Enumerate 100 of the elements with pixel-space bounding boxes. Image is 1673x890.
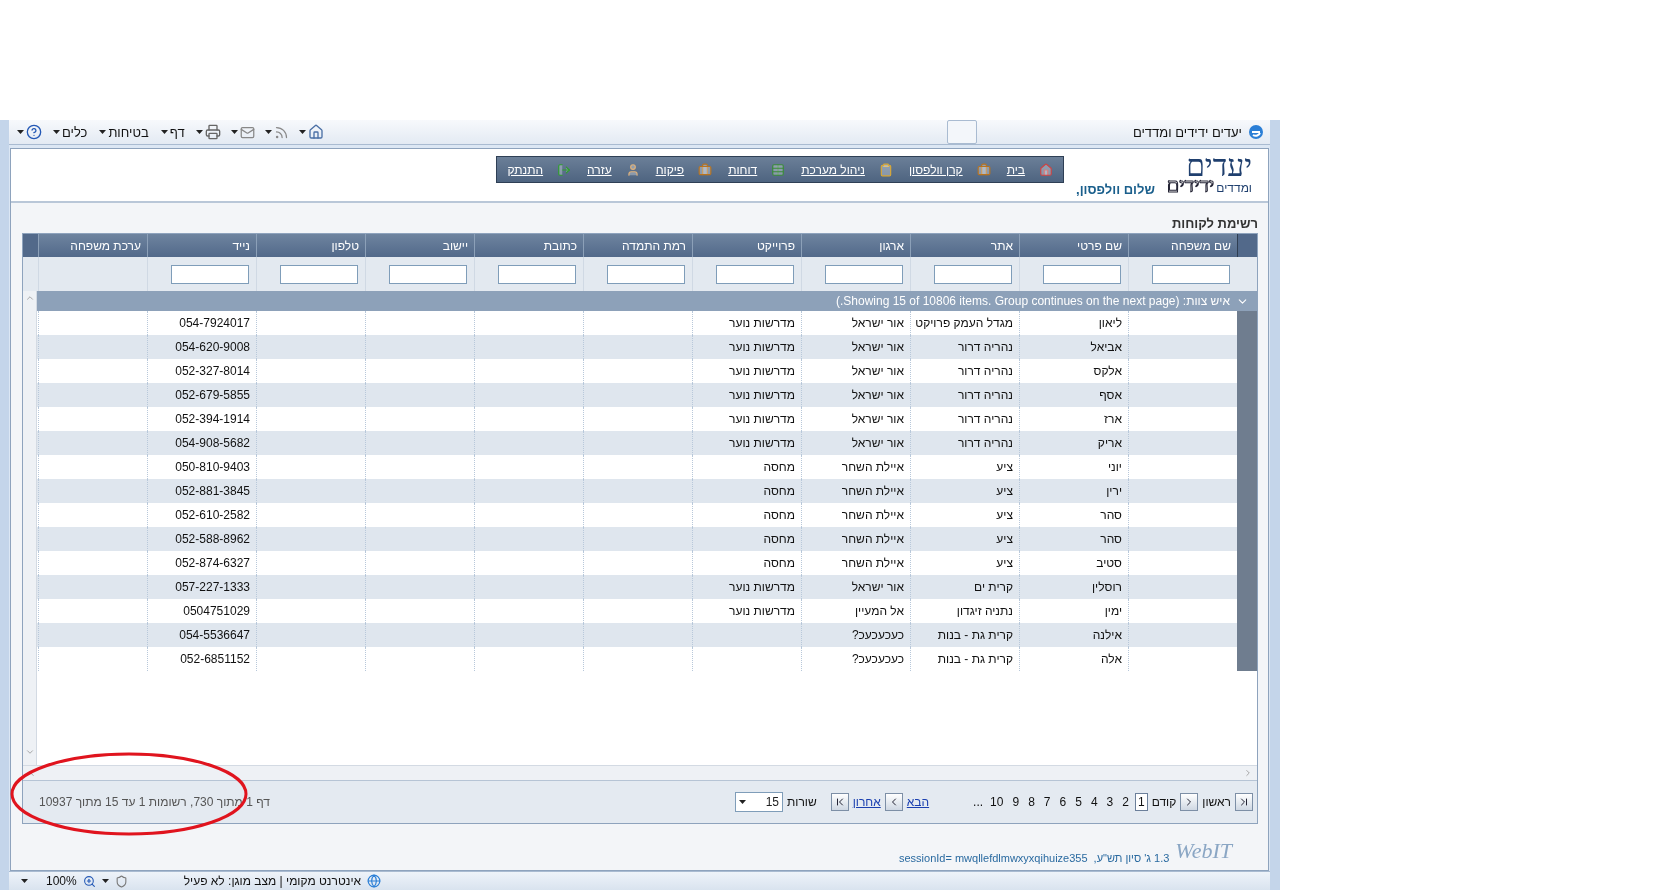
- caret-icon: [17, 130, 24, 134]
- table-cell: אור ישראל: [851, 340, 904, 354]
- filter-field[interactable]: [825, 264, 903, 284]
- nav-link[interactable]: ניהול מערכת: [801, 162, 893, 177]
- table-cell: נהריה דרור: [957, 436, 1013, 450]
- nav-link[interactable]: דוחות: [728, 162, 786, 177]
- caret-icon: [160, 130, 168, 134]
- table-cell: מגדל העמק פרויקט: [915, 316, 1013, 330]
- print-button[interactable]: [193, 124, 223, 140]
- table-cell: קרית גת - בנות: [937, 628, 1013, 642]
- table-cell: 054-620-9008: [175, 340, 250, 354]
- footer-logo: WebIT: [1175, 838, 1232, 864]
- table-cell: נהריה דרור: [957, 340, 1013, 354]
- table-cell: 050-810-9403: [175, 460, 250, 474]
- nav-link[interactable]: בית: [1006, 162, 1054, 177]
- column-header[interactable]: ערכת משפחה: [38, 234, 147, 257]
- person-icon: [625, 162, 640, 177]
- table-cell: מחסה: [763, 460, 795, 474]
- briefcase-icon: [698, 162, 713, 177]
- last-page-link[interactable]: אחרון: [852, 795, 881, 809]
- globe-icon: [367, 874, 382, 888]
- page-number[interactable]: 1: [1134, 793, 1148, 811]
- last-page-button[interactable]: [830, 793, 849, 811]
- page-number[interactable]: 7: [1040, 793, 1054, 811]
- new-tab-button[interactable]: [946, 120, 977, 144]
- next-page-link[interactable]: הבא: [906, 795, 930, 809]
- group-header[interactable]: איש צוות: (Showing 15 of 10806 items. Group continues on the next page.): [37, 291, 1257, 311]
- table-cell: אור ישראל: [851, 580, 904, 594]
- version-text: 1.3 ג' סיון תש"ע,: [1093, 852, 1170, 864]
- filter-field[interactable]: [934, 264, 1012, 284]
- table-cell: מדרשות נוער: [729, 436, 795, 450]
- rows-per-page-select[interactable]: 15: [735, 792, 783, 812]
- nav-link[interactable]: קרן וולפסון: [908, 162, 991, 177]
- home-icon: [1039, 162, 1054, 177]
- page-number[interactable]: 5: [1072, 793, 1085, 811]
- nav-link[interactable]: פיקוח: [655, 162, 713, 177]
- table-cell: מחסה: [763, 484, 795, 498]
- table-cell: כעכעכעכ?: [851, 652, 904, 666]
- caret-icon: [21, 879, 28, 883]
- first-page-button[interactable]: [1235, 793, 1253, 811]
- filter-field[interactable]: [1043, 264, 1121, 284]
- greeting: שלום וולפסון,: [1076, 182, 1155, 197]
- table-cell: נהריה דרור: [957, 364, 1013, 378]
- column-header[interactable]: יישוב: [365, 234, 474, 257]
- table-cell: נתניה זיגדון: [956, 604, 1013, 618]
- page-number[interactable]: 9: [1009, 793, 1023, 811]
- app-logo: יעדים ומדדים ידידים: [1166, 151, 1252, 195]
- rows-label: שורות: [787, 795, 817, 809]
- table-cell: אור ישראל: [851, 412, 904, 426]
- column-header[interactable]: ארגון: [801, 234, 910, 257]
- menu-button[interactable]: דף: [157, 124, 188, 140]
- filter-field[interactable]: [607, 264, 685, 284]
- page-title: רשימת לקוחות: [1171, 216, 1258, 231]
- next-page-button[interactable]: [884, 793, 903, 811]
- scroll-right-icon: [1243, 768, 1253, 778]
- table-cell: 052-394-1914: [175, 412, 250, 426]
- home-button[interactable]: [296, 124, 326, 140]
- filter-field[interactable]: [389, 264, 467, 284]
- page-number[interactable]: 6: [1056, 793, 1070, 811]
- column-header[interactable]: נייד: [147, 234, 256, 257]
- menu-button[interactable]: בטיחות: [96, 124, 152, 140]
- vertical-scrollbar[interactable]: [23, 291, 37, 765]
- table-cell: כעכעכעכ?: [851, 628, 904, 642]
- page-number[interactable]: 3: [1103, 793, 1117, 811]
- previous-page-button[interactable]: [1180, 793, 1199, 811]
- column-header[interactable]: שם משפחה: [1128, 234, 1237, 257]
- column-header[interactable]: כתובת: [474, 234, 583, 257]
- filter-field[interactable]: [171, 264, 249, 284]
- help-button[interactable]: [15, 124, 44, 140]
- mail-button[interactable]: [228, 124, 257, 140]
- row-indicator: [1237, 311, 1257, 335]
- table-cell: 052-610-2582: [175, 508, 250, 522]
- filter-field[interactable]: [280, 264, 358, 284]
- column-header[interactable]: פרוייקט: [692, 234, 801, 257]
- page-number[interactable]: 2: [1119, 793, 1132, 811]
- page-number[interactable]: 10: [987, 793, 1007, 811]
- filter-field[interactable]: [716, 264, 794, 284]
- clipboard-icon: [878, 162, 893, 177]
- table-cell: מדרשות נוער: [729, 412, 795, 426]
- filter-field[interactable]: [498, 264, 576, 284]
- column-header[interactable]: שם פרטי: [1019, 234, 1128, 257]
- zoom-level[interactable]: 100%: [46, 874, 77, 888]
- nav-link[interactable]: התנתק: [507, 162, 572, 177]
- filter-field[interactable]: [1152, 264, 1230, 284]
- group-label: איש צוות: (Showing 15 of 10806 items. Group continues on the next page.): [835, 294, 1230, 308]
- page-number[interactable]: 8: [1025, 793, 1038, 811]
- table-cell: ימין: [1104, 604, 1122, 618]
- column-header[interactable]: טלפון: [256, 234, 365, 257]
- menu-button[interactable]: כלים: [50, 124, 91, 140]
- table-cell: איילת השחר: [841, 556, 904, 570]
- column-header[interactable]: רמת התמדה: [583, 234, 692, 257]
- horizontal-scrollbar[interactable]: [23, 765, 1257, 780]
- caret-icon: [739, 800, 746, 804]
- feed-icon: [273, 124, 289, 140]
- table-cell: אור ישראל: [851, 316, 904, 330]
- table-cell: מדרשות נוער: [729, 340, 795, 354]
- nav-link[interactable]: עזרה: [587, 162, 640, 177]
- page-number[interactable]: 4: [1087, 793, 1101, 811]
- column-header[interactable]: אתר: [910, 234, 1019, 257]
- table-cell: אסף: [1099, 388, 1122, 402]
